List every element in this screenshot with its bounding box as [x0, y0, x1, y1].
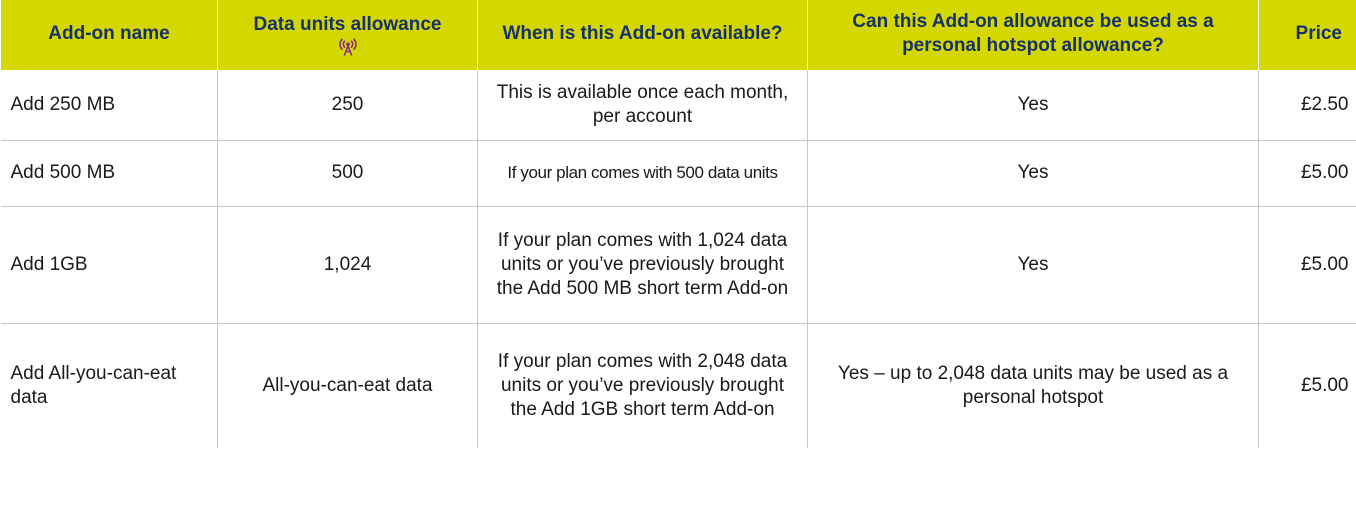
antenna-icon: [338, 37, 357, 56]
hotspot-cell: Yes: [807, 206, 1259, 324]
table-row: Add 500 MB 500 If your plan comes with 5…: [0, 140, 1356, 207]
availability-cell: If your plan comes with 500 data units: [477, 140, 808, 207]
price-cell: £2.50: [1258, 70, 1356, 141]
price-cell: £5.00: [1258, 323, 1356, 448]
addon-name-cell: Add 1GB: [0, 206, 218, 324]
price-cell: £5.00: [1258, 206, 1356, 324]
data-units-cell: 1,024: [217, 206, 478, 324]
data-units-cell: All-you-can-eat data: [217, 323, 478, 448]
table-row: Add 250 MB 250 This is available once ea…: [0, 70, 1356, 141]
addon-table: Add-on name Data units allowance When is…: [0, 0, 1356, 448]
hotspot-cell: Yes – up to 2,048 data units may be used…: [807, 323, 1259, 448]
data-units-cell: 500: [217, 140, 478, 207]
table-row: Add 1GB 1,024 If your plan comes with 1,…: [0, 206, 1356, 324]
table-row: Add All-you-can-eat data All-you-can-eat…: [1, 323, 1356, 448]
header-hotspot: Can this Add-on allowance be used as a p…: [807, 0, 1259, 70]
header-price: Price: [1258, 0, 1356, 70]
header-data-units: Data units allowance: [217, 0, 478, 70]
hotspot-cell: Yes: [807, 140, 1259, 207]
addon-name-cell: Add 500 MB: [0, 140, 218, 207]
availability-cell: This is available once each month, per a…: [477, 70, 808, 141]
addon-name-cell: Add All-you-can-eat data: [10, 362, 177, 408]
data-units-cell: 250: [217, 70, 478, 141]
availability-cell: If your plan comes with 1,024 data units…: [477, 206, 808, 324]
header-addon-name: Add-on name: [0, 0, 218, 70]
hotspot-cell: Yes: [807, 70, 1259, 141]
header-row: Add-on name Data units allowance When is…: [0, 0, 1356, 70]
price-cell: £5.00: [1258, 140, 1356, 207]
header-when-available: When is this Add-on available?: [477, 0, 808, 70]
header-data-units-label: Data units allowance: [253, 13, 442, 35]
availability-cell: If your plan comes with 2,048 data units…: [477, 323, 808, 448]
addon-name-cell: Add 250 MB: [0, 70, 218, 141]
